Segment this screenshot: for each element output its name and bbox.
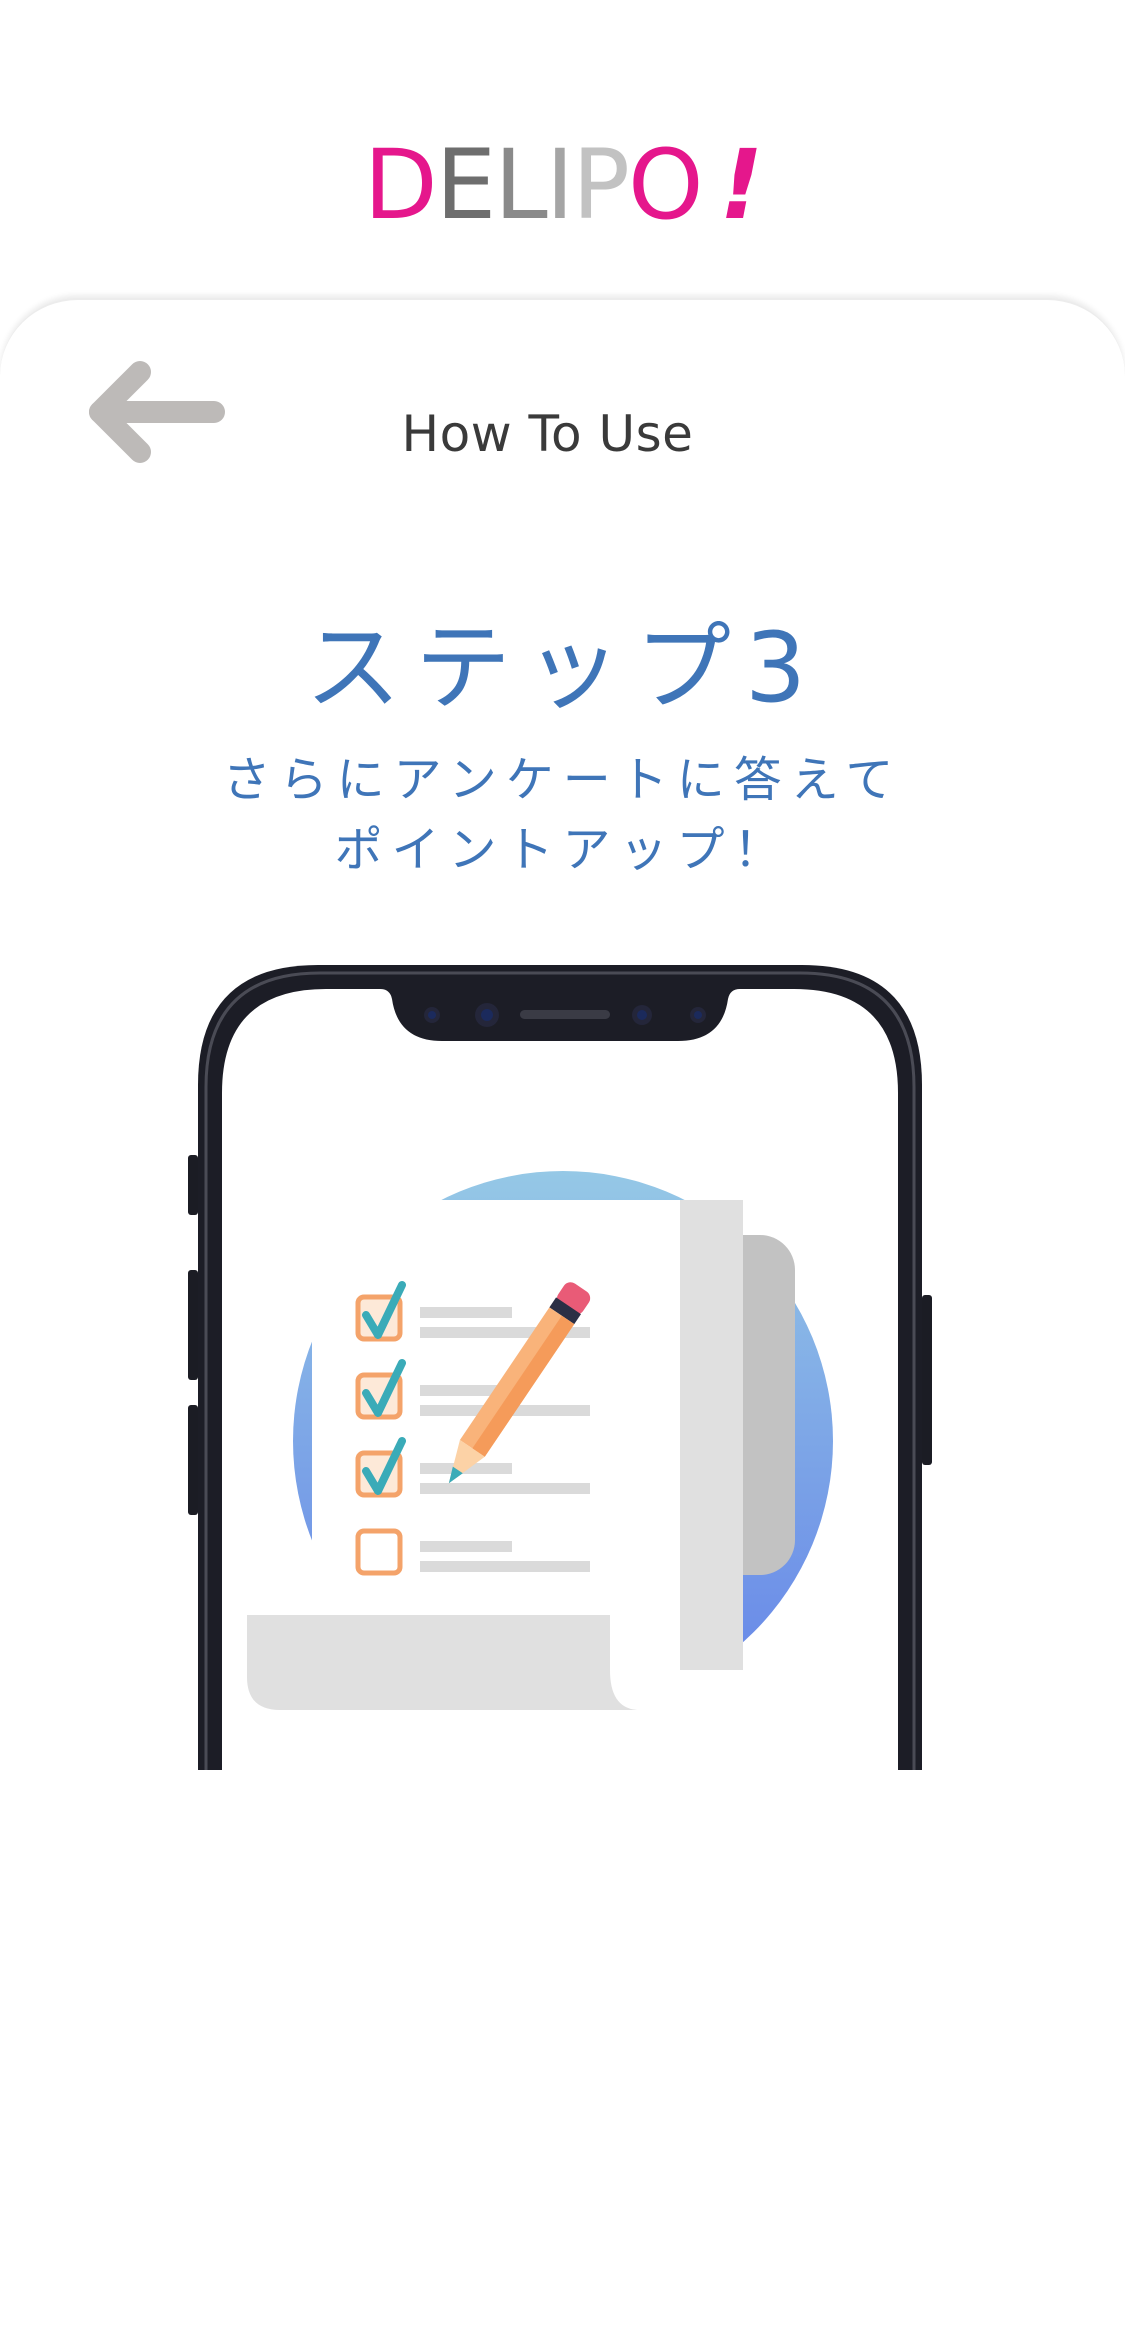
- logo-letter-o: O: [627, 129, 704, 241]
- logo-letter-e: E: [435, 129, 497, 241]
- app-logo: DELIPO!: [0, 130, 1125, 240]
- step-description-line1: さらにアンケートに答えて: [222, 752, 903, 808]
- phone-illustration: [180, 965, 940, 1770]
- step-title: ステップ3: [304, 612, 821, 724]
- logo-letter-i: I: [545, 129, 574, 241]
- step-description-line2: ポイントアップ！: [334, 822, 791, 878]
- logo-letter-d: D: [363, 129, 438, 241]
- logo-letter-p: P: [572, 129, 630, 241]
- step-description: さらにアンケートに答えて ポイントアップ！: [0, 745, 1125, 885]
- logo-letter-l: L: [494, 129, 548, 241]
- logo-exclamation: !: [719, 129, 764, 241]
- page-title: How To Use: [401, 405, 694, 463]
